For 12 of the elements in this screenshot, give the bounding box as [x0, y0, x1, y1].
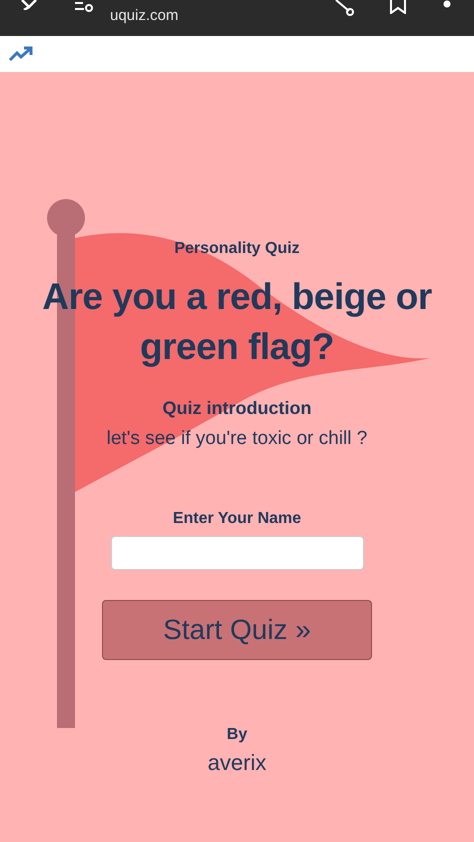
settings-icon[interactable] [74, 0, 94, 12]
intro-text: let's see if you're toxic or chill ? [106, 428, 368, 450]
name-label: Enter Your Name [172, 510, 302, 528]
name-input[interactable] [110, 536, 364, 570]
by-label: By [226, 726, 248, 744]
url-text[interactable]: uquiz.com [110, 7, 178, 24]
quiz-title: Are you a red, beige or green flag? [41, 275, 433, 369]
quiz-category: Personality Quiz [174, 240, 300, 258]
trending-icon[interactable] [8, 45, 34, 63]
bookmark-icon[interactable] [389, 0, 407, 14]
intro-heading: Quiz introduction [162, 398, 312, 419]
author-name: averix [208, 750, 266, 776]
